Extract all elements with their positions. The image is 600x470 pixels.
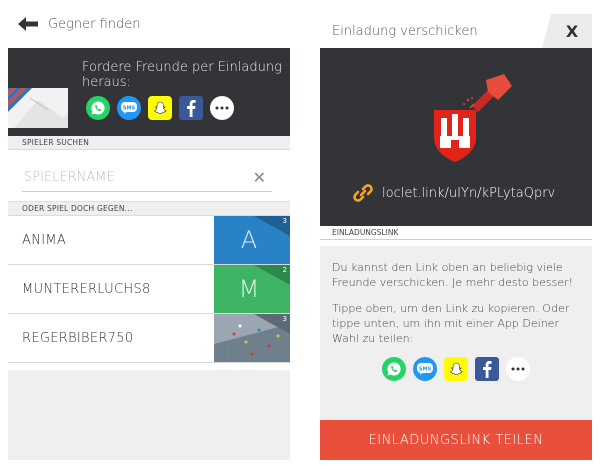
invite-share-icons: SMS <box>86 96 234 120</box>
back-button[interactable] <box>8 0 48 48</box>
player-search-input[interactable] <box>22 164 272 192</box>
snapchat-icon[interactable] <box>444 357 468 381</box>
avatar: A 3 <box>214 216 290 264</box>
empty-area <box>8 370 290 460</box>
avatar-letter: A <box>240 226 258 254</box>
search-row: ✕ <box>8 150 290 202</box>
page-title: Einladung verschicken <box>332 24 478 39</box>
arrow-left-icon <box>18 17 38 31</box>
opponent-row-anima[interactable]: ANIMA A 3 <box>8 216 290 265</box>
level-badge: 3 <box>282 217 287 225</box>
snapchat-icon[interactable] <box>148 96 172 120</box>
avatar: M 2 <box>214 265 290 313</box>
invite-link-text: loclet.link/uIYn/kPLytaQprv <box>382 185 556 201</box>
invite-link-banner: loclet.link/uIYn/kPLytaQprv <box>320 48 592 226</box>
level-badge: 2 <box>282 266 287 274</box>
page-title: Gegner finden <box>48 16 141 32</box>
more-icon[interactable] <box>210 96 234 120</box>
send-invite-panel: Einladung verschicken X loclet.link/uIYn… <box>320 0 592 470</box>
close-button[interactable]: X <box>542 14 592 48</box>
invite-info-box: Du kannst den Link oben an beliebig viel… <box>320 246 592 420</box>
facebook-icon[interactable] <box>179 96 203 120</box>
facebook-icon[interactable] <box>475 357 499 381</box>
info-paragraph-1: Du kannst den Link oben an beliebig viel… <box>332 261 574 289</box>
topbar: Gegner finden <box>8 0 290 48</box>
sms-icon[interactable]: SMS <box>413 357 437 381</box>
opponents-section-label: ODER SPIEL DOCH GEGEN... <box>8 202 290 216</box>
whatsapp-icon[interactable] <box>86 96 110 120</box>
share-icons: SMS <box>332 357 580 381</box>
level-badge: 3 <box>282 315 287 323</box>
avatar-letter: M <box>238 275 260 303</box>
invite-banner: Fordere Freunde per Einladung heraus: SM… <box>8 48 290 136</box>
opponent-row-munterer-luchs[interactable]: MUNTERERLUCHS8 M 2 <box>8 265 290 314</box>
svg-text:SMS: SMS <box>123 106 136 112</box>
find-opponent-panel: Gegner finden Fordere Freunde per Einlad… <box>8 0 290 470</box>
hamburg-crest-icon <box>434 74 512 162</box>
svg-text:SMS: SMS <box>419 367 432 373</box>
invite-link-section-label: EINLADUNGSLINK <box>320 226 592 240</box>
close-icon: X <box>565 21 579 41</box>
topbar: Einladung verschicken X <box>320 0 592 48</box>
opponent-name: ANIMA <box>22 232 67 248</box>
opponent-name: MUNTERERLUCHS8 <box>22 281 151 297</box>
sms-icon[interactable]: SMS <box>117 96 141 120</box>
link-icon <box>353 184 373 202</box>
close-icon[interactable]: ✕ <box>253 168 266 187</box>
more-icon[interactable] <box>506 357 530 381</box>
whatsapp-icon[interactable] <box>382 357 406 381</box>
share-invite-link-button[interactable]: EINLADUNGSLINK TEILEN <box>320 420 592 460</box>
opponent-name: REGERBIBER750 <box>22 330 134 346</box>
opponent-row-reger-biber[interactable]: REGERBIBER750 3 <box>8 314 290 363</box>
invite-link[interactable]: loclet.link/uIYn/kPLytaQprv <box>352 182 555 204</box>
avatar-photo: 3 <box>214 314 290 362</box>
info-paragraph-2: Tippe oben, um den Link zu kopieren. Ode… <box>332 302 570 345</box>
envelope-icon <box>8 88 68 128</box>
search-section-label: SPIELER SUCHEN <box>8 136 290 150</box>
invite-text: Fordere Freunde per Einladung heraus: <box>82 60 282 90</box>
